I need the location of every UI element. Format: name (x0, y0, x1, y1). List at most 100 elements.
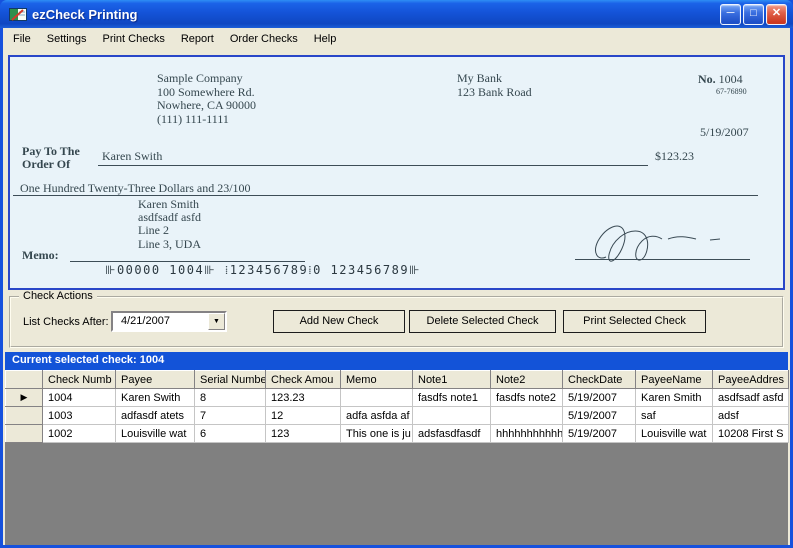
cell[interactable]: adsf (713, 407, 789, 425)
menu-help[interactable]: Help (306, 30, 345, 48)
micr-line: ⊪00000 1004⊪ ⁞123456789⁞0 123456789⊪ (105, 263, 421, 278)
menu-settings[interactable]: Settings (39, 30, 95, 48)
company-address2: Nowhere, CA 90000 (157, 99, 256, 113)
cell[interactable]: fasdfs note1 (413, 389, 491, 407)
menu-report[interactable]: Report (173, 30, 222, 48)
bank-address: 123 Bank Road (457, 86, 532, 100)
cell[interactable]: 123 (266, 425, 341, 443)
cell[interactable]: 5/19/2007 (563, 407, 636, 425)
cell[interactable]: Louisville wat (116, 425, 195, 443)
cell[interactable]: adsfasdfasdf (413, 425, 491, 443)
payee-address-block: Karen Smith asdfsadf asfd Line 2 Line 3,… (138, 198, 201, 251)
window-title: ezCheck Printing (32, 7, 720, 22)
cell[interactable]: 8 (195, 389, 266, 407)
client-area: Sample Company 100 Somewhere Rd. Nowhere… (3, 50, 790, 545)
cell[interactable]: 10208 First S (713, 425, 789, 443)
cell[interactable]: fasdfs note2 (491, 389, 563, 407)
signature-line (575, 244, 750, 260)
cell[interactable] (341, 389, 413, 407)
menu-file[interactable]: File (5, 30, 39, 48)
company-name: Sample Company (157, 72, 256, 86)
check-amount: $123.23 (655, 149, 694, 164)
cell[interactable]: 12 (266, 407, 341, 425)
cell[interactable]: Karen Swith (116, 389, 195, 407)
close-icon: ✕ (772, 4, 781, 23)
col-serial-numbe[interactable]: Serial Numbe (195, 371, 266, 389)
cell[interactable]: hhhhhhhhhhh (491, 425, 563, 443)
cell[interactable]: adfasdf atets (116, 407, 195, 425)
maximize-button[interactable]: □ (743, 4, 764, 25)
close-button[interactable]: ✕ (766, 4, 787, 25)
list-checks-after-label: List Checks After: (23, 316, 109, 328)
date-filter-value: 4/21/2007 (113, 313, 208, 330)
bank-block: My Bank 123 Bank Road (457, 72, 532, 99)
col-payee[interactable]: Payee (116, 371, 195, 389)
cell[interactable]: 123.23 (266, 389, 341, 407)
row-selector[interactable] (6, 407, 43, 425)
menu-print-checks[interactable]: Print Checks (94, 30, 172, 48)
selected-check-bar: Current selected check: 1004 (5, 352, 788, 370)
col-note2[interactable]: Note2 (491, 371, 563, 389)
col-check-amou[interactable]: Check Amou (266, 371, 341, 389)
row-selector[interactable] (6, 425, 43, 443)
grid-empty-area (5, 443, 788, 545)
selected-check-value: 1004 (140, 354, 164, 366)
bank-name: My Bank (457, 72, 532, 86)
table-row[interactable]: 1002 Louisville wat 6 123 This one is ju… (6, 425, 789, 443)
check-fraction: 67-76890 (716, 87, 747, 96)
selected-check-label: Current selected check: (12, 354, 137, 366)
cell[interactable]: 5/19/2007 (563, 389, 636, 407)
title-bar: ezCheck Printing ─ □ ✕ (0, 0, 793, 28)
chevron-down-icon: ▼ (213, 318, 220, 325)
cell[interactable]: adfa asfda af (341, 407, 413, 425)
check-actions-label: Check Actions (19, 290, 97, 302)
company-phone: (111) 111-1111 (157, 113, 256, 127)
company-block: Sample Company 100 Somewhere Rd. Nowhere… (157, 72, 256, 126)
check-number-label: No. (698, 72, 716, 86)
cell[interactable]: saf (636, 407, 713, 425)
cell[interactable]: 1002 (43, 425, 116, 443)
table-row[interactable]: 1003 adfasdf atets 7 12 adfa asfda af 5/… (6, 407, 789, 425)
app-icon (9, 7, 27, 22)
grid-corner-cell (6, 371, 43, 389)
delete-selected-check-button[interactable]: Delete Selected Check (409, 310, 556, 333)
cell[interactable]: 7 (195, 407, 266, 425)
table-row[interactable]: ▶ 1004 Karen Swith 8 123.23 fasdfs note1… (6, 389, 789, 407)
row-selector-icon[interactable]: ▶ (6, 389, 43, 407)
cell[interactable]: Karen Smith (636, 389, 713, 407)
memo-label: Memo: (22, 248, 59, 263)
cell[interactable]: 1004 (43, 389, 116, 407)
cell[interactable]: 1003 (43, 407, 116, 425)
cell[interactable] (491, 407, 563, 425)
company-address1: 100 Somewhere Rd. (157, 86, 256, 100)
cell[interactable]: 6 (195, 425, 266, 443)
cell[interactable] (413, 407, 491, 425)
col-check-numb[interactable]: Check Numb (43, 371, 116, 389)
memo-underline (70, 246, 305, 262)
pay-to-label: Pay To The Order Of (22, 145, 80, 171)
col-checkdate[interactable]: CheckDate (563, 371, 636, 389)
add-new-check-button[interactable]: Add New Check (273, 310, 405, 333)
col-payeename[interactable]: PayeeName (636, 371, 713, 389)
check-number-value: 1004 (719, 72, 743, 86)
menu-bar: File Settings Print Checks Report Order … (3, 28, 790, 50)
check-actions-group: Check Actions List Checks After: 4/21/20… (9, 296, 784, 348)
check-preview: Sample Company 100 Somewhere Rd. Nowhere… (8, 55, 785, 290)
cell[interactable]: This one is ju (341, 425, 413, 443)
cell[interactable]: asdfsadf asfd (713, 389, 789, 407)
dropdown-button[interactable]: ▼ (208, 313, 225, 330)
col-payeeaddres[interactable]: PayeeAddres (713, 371, 789, 389)
print-selected-check-button[interactable]: Print Selected Check (563, 310, 706, 333)
payee-underline (98, 149, 648, 166)
minimize-button[interactable]: ─ (720, 4, 741, 25)
cell[interactable]: Louisville wat (636, 425, 713, 443)
maximize-icon: □ (750, 4, 757, 23)
menu-order-checks[interactable]: Order Checks (222, 30, 306, 48)
col-memo[interactable]: Memo (341, 371, 413, 389)
check-date: 5/19/2007 (700, 125, 749, 140)
checks-grid: Check Numb Payee Serial Numbe Check Amou… (5, 370, 788, 545)
minimize-icon: ─ (727, 4, 735, 23)
cell[interactable]: 5/19/2007 (563, 425, 636, 443)
date-filter-combobox[interactable]: 4/21/2007 ▼ (111, 311, 227, 332)
col-note1[interactable]: Note1 (413, 371, 491, 389)
